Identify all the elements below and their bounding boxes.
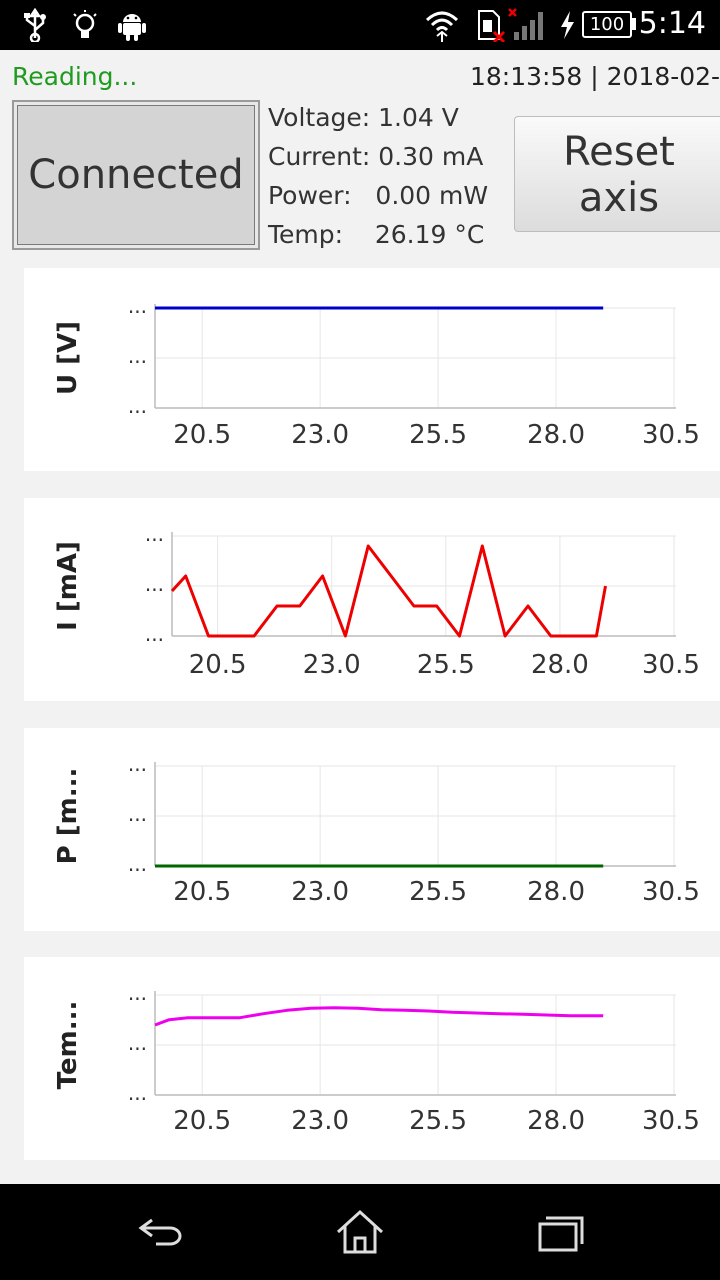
- android-icon: [118, 14, 146, 41]
- x-tick-label: 23.0: [291, 877, 349, 907]
- y-tick-label: ...: [128, 1031, 147, 1055]
- y-tick-label: ...: [145, 572, 164, 596]
- x-tick-label: 30.5: [642, 877, 700, 907]
- voltage-reading: Voltage: 1.04 V: [268, 103, 459, 132]
- voltage-chart[interactable]: ......... 20.5 23.0 25.5 28.0 30.5 U [V]: [24, 268, 720, 471]
- y-tick-label: ...: [128, 394, 147, 418]
- x-tick-label: 30.5: [642, 650, 700, 680]
- current-chart-card[interactable]: ......... 20.5 23.0 25.5 28.0 30.5 I [mA]: [24, 498, 720, 701]
- navigation-bar: [0, 1184, 720, 1280]
- x-tick-label: 30.5: [642, 1106, 700, 1136]
- temp-reading: Temp: 26.19 °C: [268, 220, 485, 249]
- x-tick-label: 28.0: [527, 420, 585, 450]
- y-tick-label: ...: [128, 852, 147, 876]
- y-tick-label: ...: [128, 1081, 147, 1105]
- temp-chart-card[interactable]: ......... 20.5 23.0 25.5 28.0 30.5 Tem...: [24, 957, 720, 1160]
- y-tick-label: ...: [128, 752, 147, 776]
- x-tick-label: 25.5: [409, 1106, 467, 1136]
- x-tick-label: 20.5: [189, 650, 247, 680]
- back-icon[interactable]: [132, 1206, 188, 1258]
- y-tick-label: ...: [128, 802, 147, 826]
- x-tick-label: 28.0: [531, 650, 589, 680]
- y-tick-label: ...: [128, 344, 147, 368]
- home-icon[interactable]: [332, 1206, 388, 1258]
- reset-axis-label-line2: axis: [578, 175, 660, 221]
- x-tick-label: 28.0: [527, 1106, 585, 1136]
- x-tick-label: 25.5: [417, 650, 475, 680]
- power-reading: Power: 0.00 mW: [268, 181, 489, 210]
- series-line: [170, 544, 607, 638]
- current-chart[interactable]: ......... 20.5 23.0 25.5 28.0 30.5 I [mA]: [24, 498, 720, 701]
- series-line: [154, 1006, 604, 1027]
- clock: 5:14: [638, 6, 706, 41]
- y-axis-label: Tem...: [53, 1001, 83, 1090]
- reset-axis-button[interactable]: Reset axis: [514, 116, 720, 232]
- status-bar: 100 5:14: [0, 0, 720, 50]
- x-tick-label: 25.5: [409, 420, 467, 450]
- y-tick-label: ...: [145, 522, 164, 546]
- y-tick-label: ...: [128, 981, 147, 1005]
- wifi-icon: [425, 11, 459, 42]
- sim-icon: [478, 10, 506, 42]
- x-tick-label: 20.5: [173, 1106, 231, 1136]
- x-tick-label: 20.5: [173, 877, 231, 907]
- readings-panel: Voltage: 1.04 V Current: 0.30 mA Power: …: [268, 98, 488, 254]
- x-tick-label: 30.5: [642, 420, 700, 450]
- reading-status: Reading...: [12, 62, 138, 91]
- signal-icon: [508, 8, 543, 40]
- x-tick-label: 25.5: [409, 877, 467, 907]
- voltage-chart-card[interactable]: ......... 20.5 23.0 25.5 28.0 30.5 U [V]: [24, 268, 720, 471]
- battery-icon: 100: [582, 11, 632, 38]
- current-reading: Current: 0.30 mA: [268, 142, 484, 171]
- x-tick-label: 23.0: [303, 650, 361, 680]
- y-tick-label: ...: [145, 622, 164, 646]
- reset-axis-label-line1: Reset: [563, 129, 675, 175]
- y-tick-label: ...: [128, 294, 147, 318]
- x-tick-label: 23.0: [291, 420, 349, 450]
- power-chart[interactable]: ......... 20.5 23.0 25.5 28.0 30.5 P [m...: [24, 728, 720, 931]
- usb-icon: [24, 8, 46, 42]
- power-chart-card[interactable]: ......... 20.5 23.0 25.5 28.0 30.5 P [m...: [24, 728, 720, 931]
- y-axis-label: P [m...: [53, 768, 83, 865]
- recents-icon[interactable]: [532, 1206, 588, 1258]
- charging-icon: [561, 11, 574, 39]
- battery-tip: [632, 18, 636, 30]
- lightbulb-icon: [73, 10, 97, 38]
- x-tick-label: 28.0: [527, 877, 585, 907]
- y-axis-label: I [mA]: [53, 541, 83, 631]
- x-tick-label: 20.5: [173, 420, 231, 450]
- connect-button[interactable]: Connected: [12, 100, 260, 250]
- y-axis-label: U [V]: [53, 321, 83, 395]
- x-tick-label: 23.0: [291, 1106, 349, 1136]
- timestamp: 18:13:58 | 2018-02-1: [470, 62, 720, 91]
- temp-chart[interactable]: ......... 20.5 23.0 25.5 28.0 30.5 Tem...: [24, 957, 720, 1160]
